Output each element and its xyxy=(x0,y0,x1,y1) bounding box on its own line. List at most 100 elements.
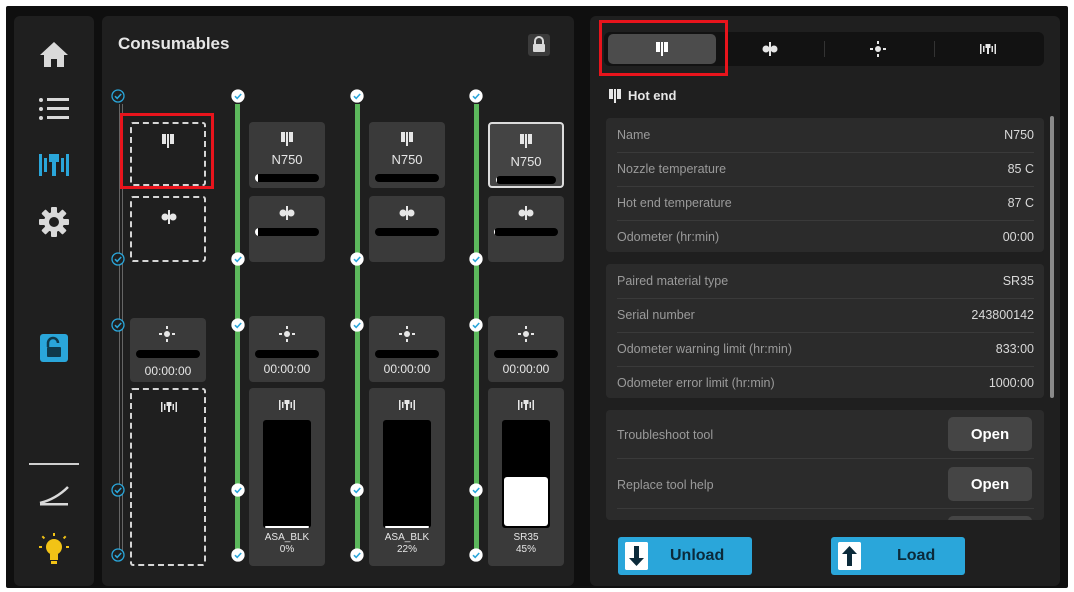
hot-end-info-card: Name N750 Nozzle temperature 85 C Hot en… xyxy=(606,118,1044,252)
uv-light-icon xyxy=(279,326,295,342)
spool-holder-icon xyxy=(762,42,778,56)
list-icon xyxy=(39,98,69,120)
checkmark-icon xyxy=(350,483,364,497)
open-troubleshoot-button[interactable]: Open xyxy=(948,417,1032,451)
unload-label: Unload xyxy=(670,547,725,564)
nozzle-label: N750 xyxy=(391,152,423,167)
bay-2-hot-end-tile[interactable]: N750 xyxy=(249,122,325,188)
nav-light[interactable] xyxy=(14,528,94,572)
uv-bar xyxy=(494,350,558,358)
info-row: Hot end temperature 87 C xyxy=(606,186,1044,220)
info-key: Odometer warning limit (hr:min) xyxy=(617,342,793,356)
bay-2-material-tile[interactable]: ASA_BLK 0% xyxy=(249,388,325,566)
checkmark-icon xyxy=(350,548,364,562)
nav-unlock[interactable] xyxy=(14,326,94,370)
hot-end-bar xyxy=(375,174,439,182)
action-label: Troubleshoot tool xyxy=(617,428,714,442)
material-bay-icon xyxy=(161,402,177,412)
open-replace-help-button[interactable]: Open xyxy=(948,467,1032,501)
partial-button[interactable] xyxy=(948,516,1032,520)
material-name: SR35 xyxy=(513,532,539,543)
bay-3-hot-end-tile[interactable]: N750 xyxy=(369,122,445,188)
nav-bed-level[interactable] xyxy=(14,472,94,516)
info-row: Odometer error limit (hr:min) 1000:00 xyxy=(606,366,1044,400)
arrow-down-icon xyxy=(625,542,648,570)
bay-4-material-tile[interactable]: SR35 45% xyxy=(488,388,564,566)
spool-bar xyxy=(375,228,439,236)
checkmark-icon xyxy=(231,483,245,497)
info-row: Name N750 xyxy=(606,118,1044,152)
detail-tabs xyxy=(604,32,1044,66)
material-level-fill xyxy=(504,477,548,526)
nav-home[interactable] xyxy=(14,32,94,76)
checkmark-icon xyxy=(231,318,245,332)
spool-bar-fill xyxy=(255,228,258,236)
bay-2-uv-tile[interactable]: 00:00:00 xyxy=(249,316,325,382)
spool-holder-icon xyxy=(161,210,177,224)
material-bay-icon xyxy=(518,400,534,410)
info-key: Hot end temperature xyxy=(617,196,732,210)
checkmark-icon xyxy=(469,483,483,497)
checkmark-icon xyxy=(469,318,483,332)
unlock-icon xyxy=(40,334,68,362)
material-bays-icon xyxy=(39,154,69,176)
gear-icon xyxy=(39,207,69,237)
bay-4-hot-end-tile[interactable]: N750 xyxy=(488,122,564,188)
info-key: Serial number xyxy=(617,308,695,322)
hot-end-icon xyxy=(162,134,174,148)
unload-button[interactable]: Unload xyxy=(618,537,752,575)
info-row: Nozzle temperature 85 C xyxy=(606,152,1044,186)
material-bay-icon xyxy=(279,400,295,410)
info-value: 243800142 xyxy=(971,308,1034,322)
tab-uv-light[interactable] xyxy=(824,32,932,66)
material-name: ASA_BLK xyxy=(264,532,310,543)
bay-1-uv-tile[interactable]: 00:00:00 xyxy=(130,318,206,382)
checkmark-icon xyxy=(111,318,125,332)
nav-list[interactable] xyxy=(14,87,94,131)
load-label: Load xyxy=(897,547,936,564)
scrollbar[interactable] xyxy=(1050,116,1054,398)
checkmark-icon xyxy=(111,483,125,497)
uv-timer: 00:00:00 xyxy=(502,362,550,376)
spool-bar xyxy=(494,228,558,236)
section-title: Hot end xyxy=(628,88,677,103)
info-key: Name xyxy=(617,128,651,142)
checkmark-icon xyxy=(231,548,245,562)
tab-spool-holder[interactable] xyxy=(716,32,824,66)
uv-light-icon xyxy=(159,326,175,342)
uv-light-icon xyxy=(518,326,534,342)
bay-1-hot-end-slot[interactable] xyxy=(130,122,206,186)
lock-icon[interactable] xyxy=(528,34,550,56)
bay-3-uv-tile[interactable]: 00:00:00 xyxy=(369,316,445,382)
nav-settings[interactable] xyxy=(14,200,94,244)
tool-actions-card: Troubleshoot tool Open Replace tool help… xyxy=(606,410,1044,520)
bay-3-spool-tile[interactable] xyxy=(369,196,445,262)
nozzle-label: N750 xyxy=(510,154,542,169)
info-value: 1000:00 xyxy=(988,376,1034,390)
bay-4-uv-tile[interactable]: 00:00:00 xyxy=(488,316,564,382)
info-row: Odometer warning limit (hr:min) 833:00 xyxy=(606,332,1044,366)
nav-material-bays[interactable] xyxy=(14,143,94,187)
hot-end-icon xyxy=(401,132,413,146)
info-key: Paired material type xyxy=(617,274,729,288)
bay-4-spool-tile[interactable] xyxy=(488,196,564,262)
checkmark-icon xyxy=(469,89,483,103)
tab-hot-end[interactable] xyxy=(608,34,716,64)
checkmark-icon xyxy=(231,89,245,103)
bay-1-material-slot[interactable] xyxy=(130,388,206,566)
info-value: 85 C xyxy=(1007,162,1034,176)
info-key: Nozzle temperature xyxy=(617,162,727,176)
hot-end-icon xyxy=(656,42,668,56)
uv-bar xyxy=(375,350,439,358)
uv-light-icon xyxy=(870,41,886,57)
load-button[interactable]: Load xyxy=(831,537,965,575)
material-level-fill xyxy=(265,526,309,528)
material-level-bar xyxy=(263,420,311,528)
info-value: 833:00 xyxy=(995,342,1034,356)
bay-3-material-tile[interactable]: ASA_BLK 22% xyxy=(369,388,445,566)
bay-2-spool-tile[interactable] xyxy=(249,196,325,262)
info-value: SR35 xyxy=(1002,274,1034,288)
tab-material-bay[interactable] xyxy=(934,32,1042,66)
bay-1-spool-slot[interactable] xyxy=(130,196,206,262)
consumables-title: Consumables xyxy=(118,34,230,53)
